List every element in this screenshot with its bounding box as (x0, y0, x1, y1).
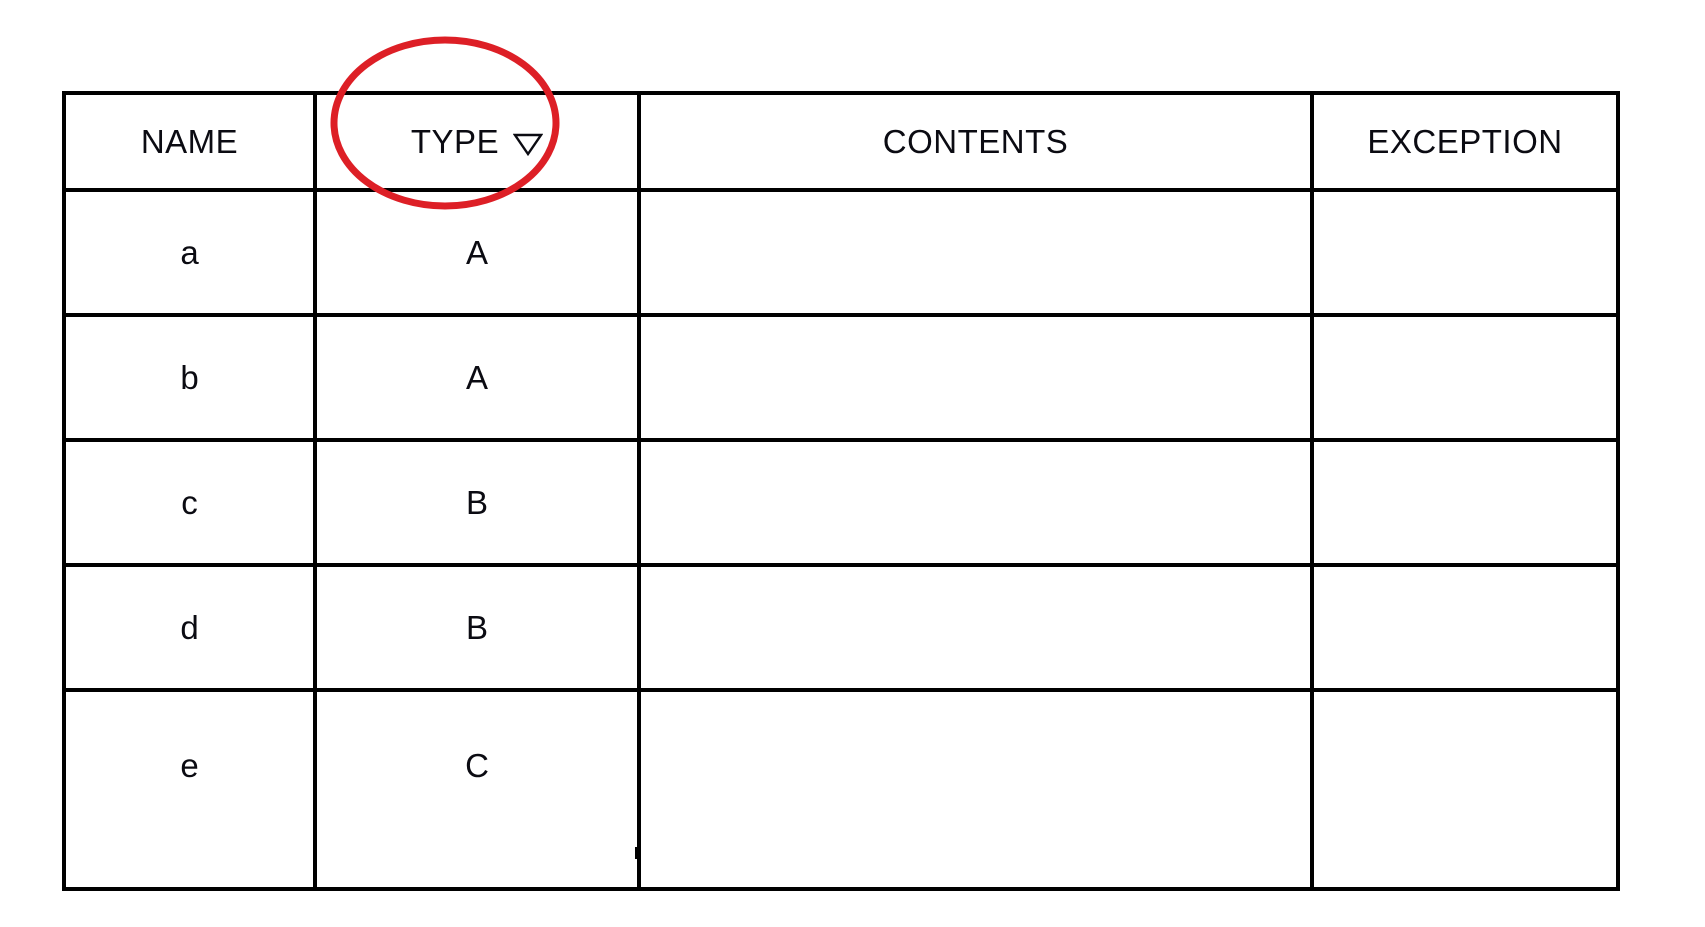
column-header-name-label: NAME (140, 122, 239, 160)
column-header-exception-label: EXCEPTION (1367, 122, 1563, 160)
cell-name: b (62, 313, 317, 442)
cell-name: c (62, 438, 317, 567)
table-header-row: NAME TYPE CONTENTS EXCEPTION (62, 91, 1620, 192)
table-header: NAME TYPE CONTENTS EXCEPTION (62, 91, 1620, 192)
cell-exception (1310, 438, 1620, 567)
cell-exception (1310, 563, 1620, 692)
cell-name: d (62, 563, 317, 692)
cell-name: a (62, 188, 317, 317)
triangle-down-icon[interactable] (513, 132, 544, 156)
cell-exception (1310, 188, 1620, 317)
data-table: NAME TYPE CONTENTS EXCEPTION a A b A c B… (62, 91, 1620, 891)
column-header-name[interactable]: NAME (62, 91, 317, 192)
column-header-type-inner: TYPE (410, 122, 544, 160)
cell-contents (637, 313, 1314, 442)
cell-name: e (62, 688, 317, 891)
screenshot-canvas: NAME TYPE CONTENTS EXCEPTION a A b A c B… (0, 0, 1705, 927)
cell-contents (637, 188, 1314, 317)
column-header-type-label: TYPE (410, 122, 500, 160)
column-header-type[interactable]: TYPE (313, 91, 641, 192)
table-row[interactable]: b A (62, 313, 1620, 442)
cell-type: C (313, 688, 641, 891)
cell-exception (1310, 313, 1620, 442)
column-header-contents-inner: CONTENTS (883, 125, 1069, 158)
cell-contents (637, 563, 1314, 692)
cell-contents (637, 438, 1314, 567)
column-header-name-inner: NAME (141, 125, 238, 158)
cell-contents (637, 688, 1314, 891)
cell-type: B (313, 563, 641, 692)
column-header-contents[interactable]: CONTENTS (637, 91, 1314, 192)
table-row[interactable]: c B (62, 438, 1620, 567)
column-header-exception-inner: EXCEPTION (1367, 125, 1562, 158)
column-header-contents-label: CONTENTS (882, 122, 1069, 160)
table-row[interactable]: a A (62, 188, 1620, 317)
cell-exception (1310, 688, 1620, 891)
column-header-exception[interactable]: EXCEPTION (1310, 91, 1620, 192)
cell-type: A (313, 188, 641, 317)
table-row[interactable]: e C (62, 688, 1620, 891)
cell-type: B (313, 438, 641, 567)
table-row[interactable]: d B (62, 563, 1620, 692)
cell-type: A (313, 313, 641, 442)
data-table-container: NAME TYPE CONTENTS EXCEPTION a A b A c B… (62, 91, 1620, 891)
column-divider-overshoot (635, 847, 639, 859)
table-body: a A b A c B d B e C (62, 188, 1620, 891)
